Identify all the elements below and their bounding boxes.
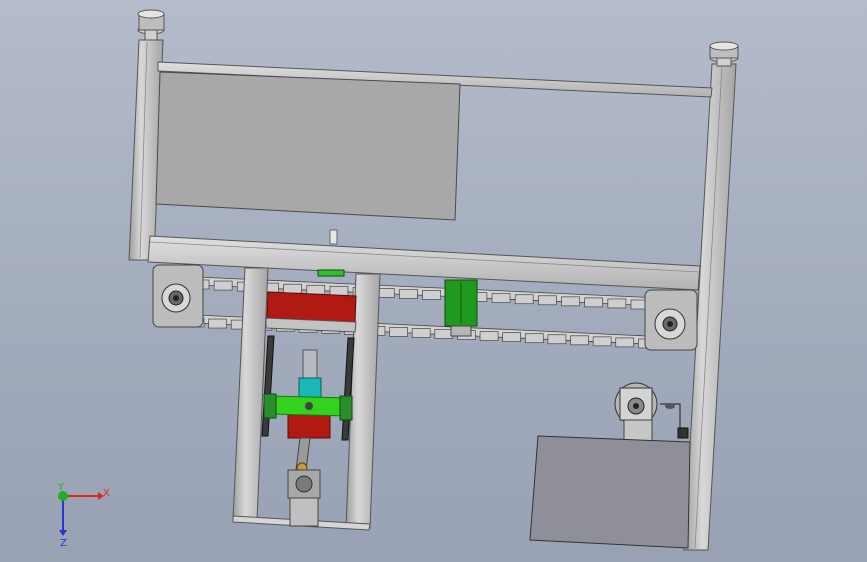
chain-link bbox=[592, 336, 612, 347]
chain-link bbox=[329, 285, 349, 296]
coordinate-triad: X Y Z bbox=[57, 482, 110, 549]
y-axis-label: Y bbox=[57, 482, 65, 493]
control-cabinet[interactable] bbox=[529, 435, 691, 549]
chain-link bbox=[514, 294, 534, 305]
chain-link bbox=[422, 290, 441, 300]
chain-link bbox=[615, 337, 635, 348]
chain-link bbox=[389, 327, 408, 337]
x-axis-label: X bbox=[103, 488, 110, 499]
chain-link bbox=[283, 283, 302, 294]
chain-link bbox=[208, 318, 227, 329]
red-upper-block[interactable] bbox=[266, 291, 357, 323]
chain-link bbox=[479, 331, 499, 341]
linkage-arm[interactable] bbox=[295, 437, 311, 474]
chain-link bbox=[607, 298, 627, 309]
chain-link bbox=[399, 289, 418, 299]
chain-link bbox=[524, 333, 544, 344]
left-sprocket[interactable] bbox=[152, 264, 204, 328]
chain-link bbox=[561, 296, 580, 307]
cad-viewport[interactable]: X Y Z bbox=[0, 0, 867, 562]
right-sprocket[interactable] bbox=[644, 289, 698, 351]
beam-bolt bbox=[329, 229, 338, 245]
cylinder-rod[interactable] bbox=[298, 349, 322, 401]
chain-link bbox=[547, 334, 567, 345]
chain-link bbox=[538, 295, 557, 306]
sensor-box[interactable] bbox=[677, 427, 689, 439]
chain-link bbox=[411, 328, 431, 338]
drive-motor[interactable] bbox=[614, 382, 689, 443]
chain-link bbox=[306, 284, 326, 295]
right-leveling-foot[interactable] bbox=[709, 41, 739, 67]
chain-link bbox=[213, 280, 233, 291]
chain-link bbox=[434, 329, 454, 339]
left-leveling-foot[interactable] bbox=[137, 9, 165, 41]
gripper-crossbar[interactable] bbox=[263, 393, 353, 439]
chain-link bbox=[570, 335, 589, 346]
rear-panel[interactable] bbox=[155, 71, 461, 221]
lift-motor[interactable] bbox=[287, 469, 321, 527]
beam-green-clip bbox=[317, 269, 345, 277]
z-axis-label: Z bbox=[60, 538, 67, 549]
chain-link bbox=[491, 293, 511, 304]
chain-link bbox=[502, 332, 522, 343]
chain-link bbox=[584, 297, 604, 308]
